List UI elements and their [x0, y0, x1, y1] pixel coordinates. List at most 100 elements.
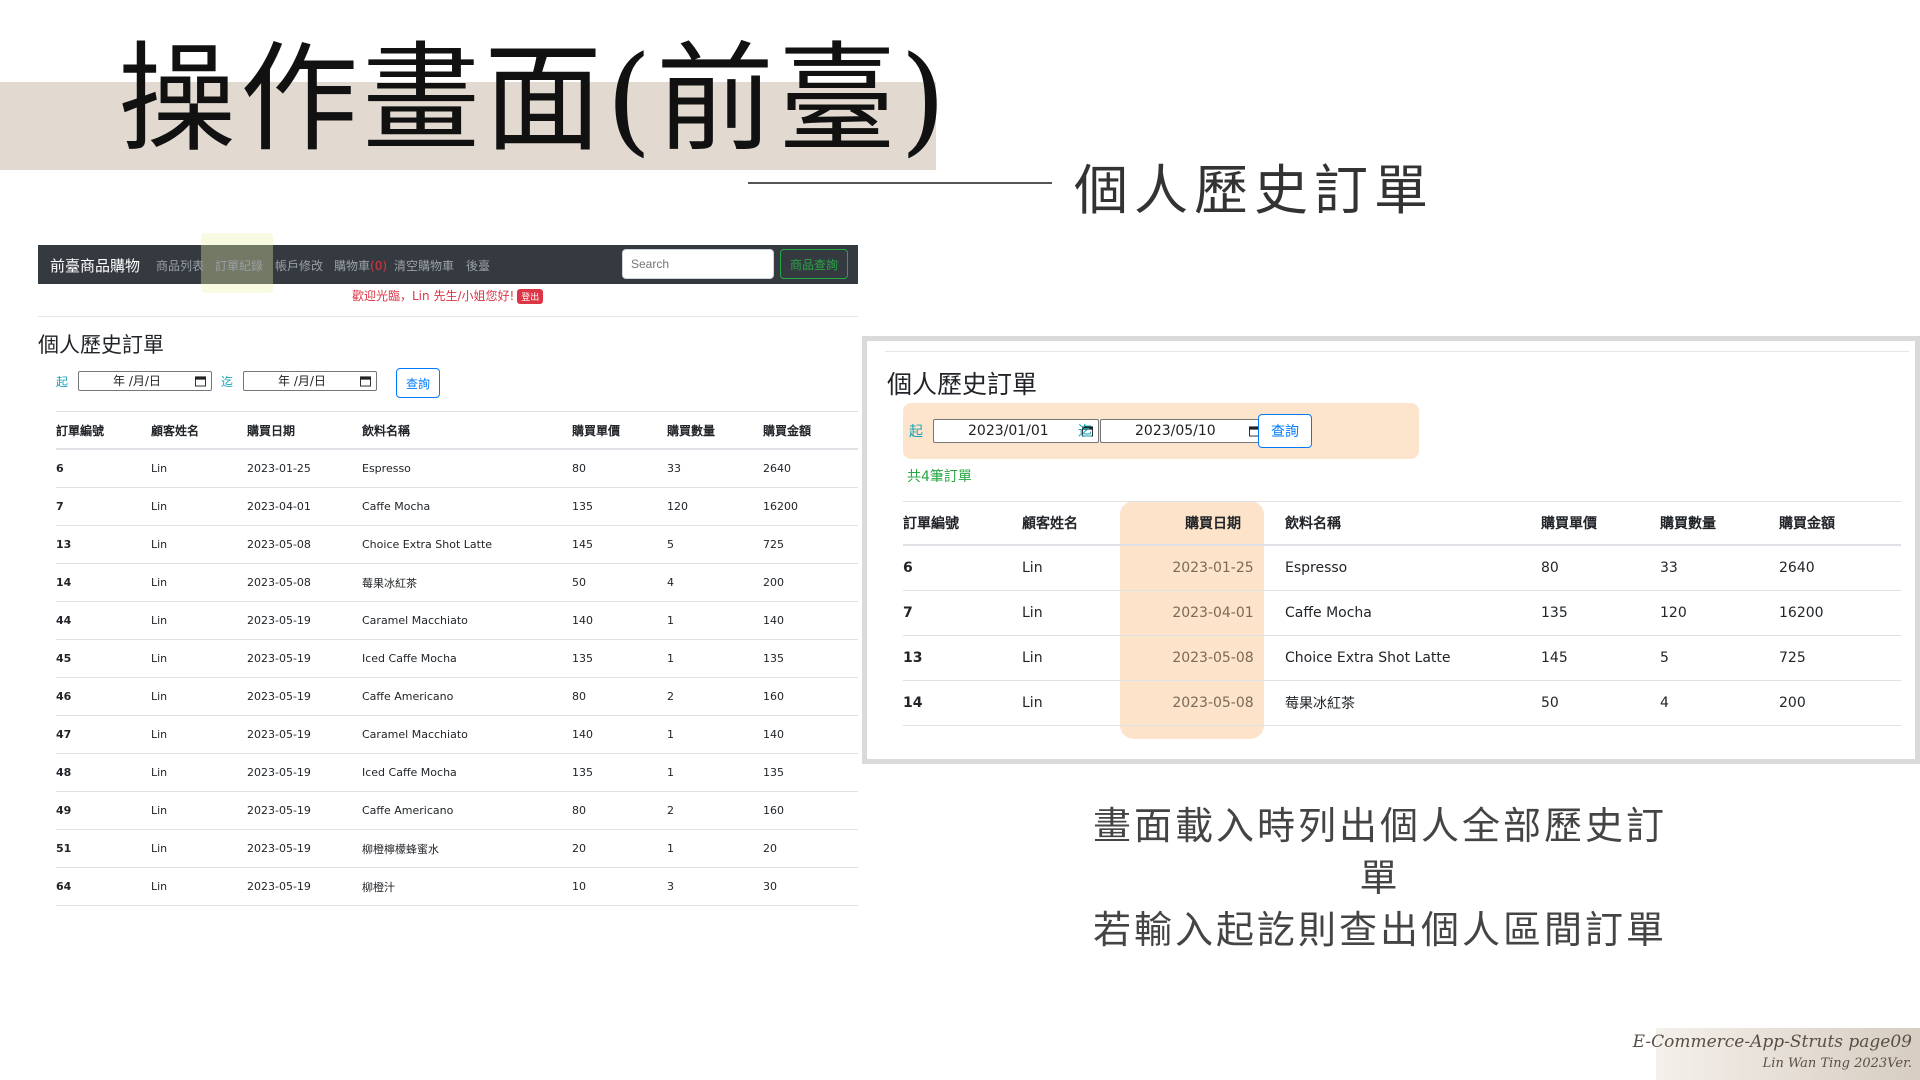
- cell-amount: 135: [763, 639, 858, 678]
- col-header-order-id: 訂單編號: [903, 501, 1022, 546]
- cell-drink: Choice Extra Shot Latte: [362, 525, 572, 564]
- cell-date: 2023-04-01: [1141, 590, 1285, 636]
- col-header-quantity: 購買數量: [667, 411, 763, 450]
- cell-amount: 200: [763, 563, 858, 602]
- cell-date: 2023-04-01: [247, 487, 362, 526]
- cell-drink: Caramel Macchiato: [362, 715, 572, 754]
- cell-amount: 140: [763, 715, 858, 754]
- cell-customer: Lin: [151, 867, 247, 906]
- table-row: 47 Lin 2023-05-19 Caramel Macchiato 140 1 140: [56, 715, 858, 754]
- cell-unit-price: 80: [572, 449, 667, 488]
- zoomed-orders-table: 訂單編號 顧客姓名 購買日期 飲料名稱 購買單價 購買數量 購買金額 6 Lin 2…: [903, 501, 1901, 726]
- cell-amount: 725: [1779, 635, 1901, 681]
- cell-unit-price: 135: [572, 487, 667, 526]
- calendar-icon[interactable]: [195, 376, 206, 387]
- cell-customer: Lin: [151, 753, 247, 792]
- col-header-customer: 顧客姓名: [151, 411, 247, 450]
- cell-quantity: 1: [667, 829, 763, 868]
- cell-date: 2023-05-08: [1141, 680, 1285, 726]
- table-row: 13 Lin 2023-05-08 Choice Extra Shot Latte 14…: [56, 525, 858, 564]
- table-row: 7 Lin 2023-04-01 Caffe Mocha 135 120 16200: [903, 590, 1901, 636]
- table-row: 46 Lin 2023-05-19 Caffe Americano 80 2 160: [56, 677, 858, 716]
- cell-amount: 20: [763, 829, 858, 868]
- divider: [38, 316, 858, 317]
- nav-item-clear-cart[interactable]: 清空購物車: [394, 257, 454, 274]
- table-row: 6 Lin 2023-01-25 Espresso 80 33 2640: [56, 449, 858, 488]
- nav-item-orders[interactable]: 訂單紀錄: [215, 257, 263, 274]
- footer: E-Commerce-App-Struts page09 Lin Wan Tin…: [1633, 1028, 1920, 1080]
- table-row: 44 Lin 2023-05-19 Caramel Macchiato 140 1 140: [56, 601, 858, 640]
- orders-table: 訂單編號 顧客姓名 購買日期 飲料名稱 購買單價 購買數量 購買金額 6 Lin 2…: [56, 411, 858, 906]
- col-header-drink: 飲料名稱: [1285, 501, 1541, 546]
- cell-amount: 16200: [763, 487, 858, 526]
- table-row: 14 Lin 2023-05-08 莓果冰紅茶 50 4 200: [903, 680, 1901, 726]
- cell-drink: 柳橙檸檬蜂蜜水: [362, 829, 572, 868]
- cell-quantity: 4: [667, 563, 763, 602]
- search-button[interactable]: 商品查詢: [780, 249, 848, 279]
- cell-order-id: 51: [56, 829, 151, 868]
- cell-customer: Lin: [151, 449, 247, 488]
- zoomed-to-date-input[interactable]: 2023/05/10: [1100, 419, 1266, 443]
- col-header-date: 購買日期: [247, 411, 362, 450]
- cell-date: 2023-05-19: [247, 639, 362, 678]
- cell-customer: Lin: [151, 715, 247, 754]
- nav-item-backend[interactable]: 後臺: [466, 257, 490, 274]
- cell-customer: Lin: [151, 563, 247, 602]
- cell-amount: 160: [763, 677, 858, 716]
- zoomed-query-button[interactable]: 查詢: [1258, 414, 1312, 448]
- search-input[interactable]: [622, 249, 774, 279]
- to-date-input[interactable]: 年 /月/日: [243, 371, 377, 391]
- cell-unit-price: 10: [572, 867, 667, 906]
- cell-quantity: 4: [1660, 680, 1779, 726]
- note-line-2: 若輸入起訖則查出個人區間訂單: [1092, 908, 1667, 952]
- table-row: 45 Lin 2023-05-19 Iced Caffe Mocha 135 1 135: [56, 639, 858, 678]
- table-row: 48 Lin 2023-05-19 Iced Caffe Mocha 135 1 135: [56, 753, 858, 792]
- navbar-brand[interactable]: 前臺商品購物: [50, 255, 140, 276]
- nav-item-cart-label: 購物車: [334, 259, 371, 273]
- zoomed-from-date-input[interactable]: 2023/01/01: [933, 419, 1099, 443]
- cell-drink: Espresso: [362, 449, 572, 488]
- subtitle-divider: [748, 182, 1052, 184]
- from-date-placeholder: 年 /月/日: [113, 374, 161, 388]
- cell-date: 2023-05-19: [247, 715, 362, 754]
- nav-item-products[interactable]: 商品列表: [156, 257, 204, 274]
- welcome-message: 歡迎光臨，Lin 先生/小姐您好! 登出: [352, 287, 544, 304]
- cell-customer: Lin: [151, 791, 247, 830]
- nav-item-account[interactable]: 帳戶修改: [275, 257, 323, 274]
- table-row: 14 Lin 2023-05-08 莓果冰紅茶 50 4 200: [56, 563, 858, 602]
- cell-amount: 160: [763, 791, 858, 830]
- cell-amount: 200: [1779, 680, 1901, 726]
- cell-quantity: 3: [667, 867, 763, 906]
- cell-unit-price: 145: [572, 525, 667, 564]
- logout-button[interactable]: 登出: [517, 289, 544, 304]
- cell-amount: 2640: [763, 449, 858, 488]
- query-button[interactable]: 查詢: [396, 368, 440, 398]
- cell-quantity: 33: [667, 449, 763, 488]
- cell-date: 2023-05-08: [247, 525, 362, 564]
- cell-customer: Lin: [151, 525, 247, 564]
- cell-drink: 莓果冰紅茶: [362, 563, 572, 602]
- orders-heading: 個人歷史訂單: [38, 333, 164, 357]
- col-header-amount: 購買金額: [1779, 501, 1901, 546]
- cell-unit-price: 135: [1541, 590, 1660, 636]
- col-header-customer: 顧客姓名: [1022, 501, 1141, 546]
- cell-date: 2023-05-19: [247, 829, 362, 868]
- table-row: 49 Lin 2023-05-19 Caffe Americano 80 2 160: [56, 791, 858, 830]
- to-label: 迄: [221, 375, 234, 389]
- cell-order-id: 13: [903, 635, 1022, 681]
- from-date-input[interactable]: 年 /月/日: [78, 371, 212, 391]
- calendar-icon[interactable]: [360, 376, 371, 387]
- cell-order-id: 49: [56, 791, 151, 830]
- slide-note: 畫面載入時列出個人全部歷史訂單 若輸入起訖則查出個人區間訂單: [1090, 800, 1670, 956]
- cell-date: 2023-05-19: [247, 867, 362, 906]
- table-row: 7 Lin 2023-04-01 Caffe Mocha 135 120 16200: [56, 487, 858, 526]
- table-row: 64 Lin 2023-05-19 柳橙汁 10 3 30: [56, 867, 858, 906]
- cell-amount: 140: [763, 601, 858, 640]
- note-line-1: 畫面載入時列出個人全部歷史訂單: [1092, 804, 1667, 900]
- cell-drink: Caffe Americano: [362, 677, 572, 716]
- zoomed-orders-heading: 個人歷史訂單: [887, 370, 1038, 399]
- cell-quantity: 1: [667, 715, 763, 754]
- nav-item-cart[interactable]: 購物車(0): [334, 257, 387, 274]
- cell-unit-price: 20: [572, 829, 667, 868]
- cell-order-id: 7: [903, 590, 1022, 636]
